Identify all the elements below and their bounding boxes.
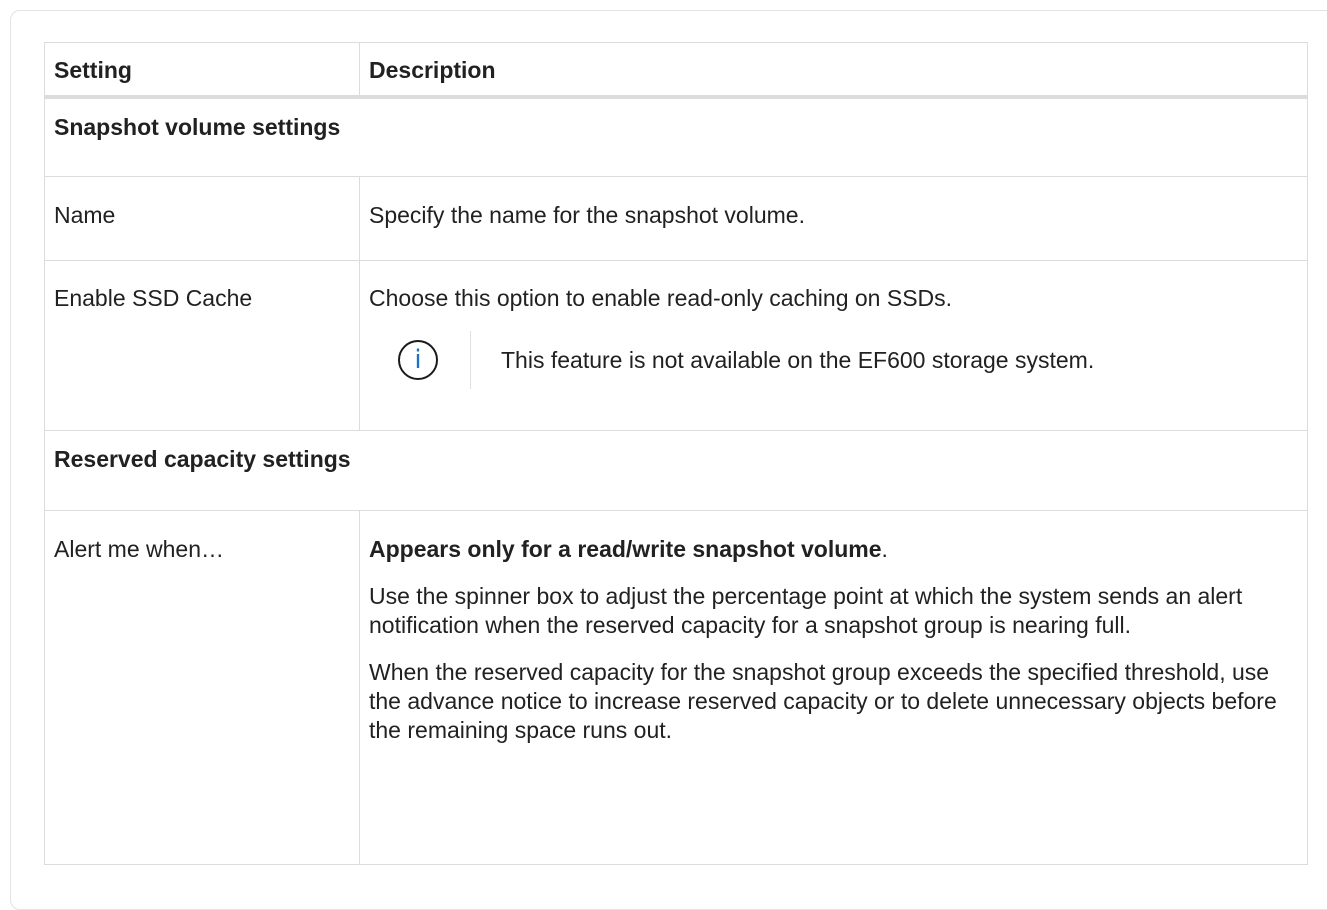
column-header-setting: Setting: [44, 42, 360, 99]
table-header-row: Setting Description: [44, 42, 1308, 99]
description-paragraph: When the reserved capacity for the snaps…: [369, 659, 1277, 743]
setting-cell: Enable SSD Cache: [44, 260, 360, 431]
info-icon: i: [398, 340, 438, 380]
column-header-description: Description: [359, 42, 1308, 99]
description-cell: Choose this option to enable read-only c…: [359, 260, 1308, 431]
description-paragraph: Use the spinner box to adjust the percen…: [369, 583, 1243, 638]
setting-cell: Name: [44, 176, 360, 261]
info-note: i This feature is not available on the E…: [373, 329, 1307, 391]
section-title-reserved-capacity-settings: Reserved capacity settings: [44, 430, 1308, 511]
table-row: Alert me when… Appears only for a read/w…: [44, 510, 1308, 865]
settings-table: Setting Description Snapshot volume sett…: [44, 42, 1308, 865]
note-text: This feature is not available on the EF6…: [501, 346, 1095, 373]
description-intro: Appears only for a read/write snapshot v…: [369, 535, 1307, 564]
table-row: Enable SSD Cache Choose this option to e…: [44, 260, 1308, 431]
description-cell: Specify the name for the snapshot volume…: [359, 176, 1308, 261]
description-text: Choose this option to enable read-only c…: [369, 285, 953, 311]
setting-cell: Alert me when…: [44, 510, 360, 865]
bold-suffix: .: [881, 536, 888, 562]
section-title-snapshot-volume-settings: Snapshot volume settings: [44, 96, 1308, 177]
bold-text: Appears only for a read/write snapshot v…: [369, 536, 882, 562]
section-row: Reserved capacity settings: [44, 430, 1308, 511]
section-row: Snapshot volume settings: [44, 96, 1308, 177]
table-row: Name Specify the name for the snapshot v…: [44, 176, 1308, 261]
note-divider: [470, 331, 471, 389]
description-cell: Appears only for a read/write snapshot v…: [359, 510, 1308, 865]
